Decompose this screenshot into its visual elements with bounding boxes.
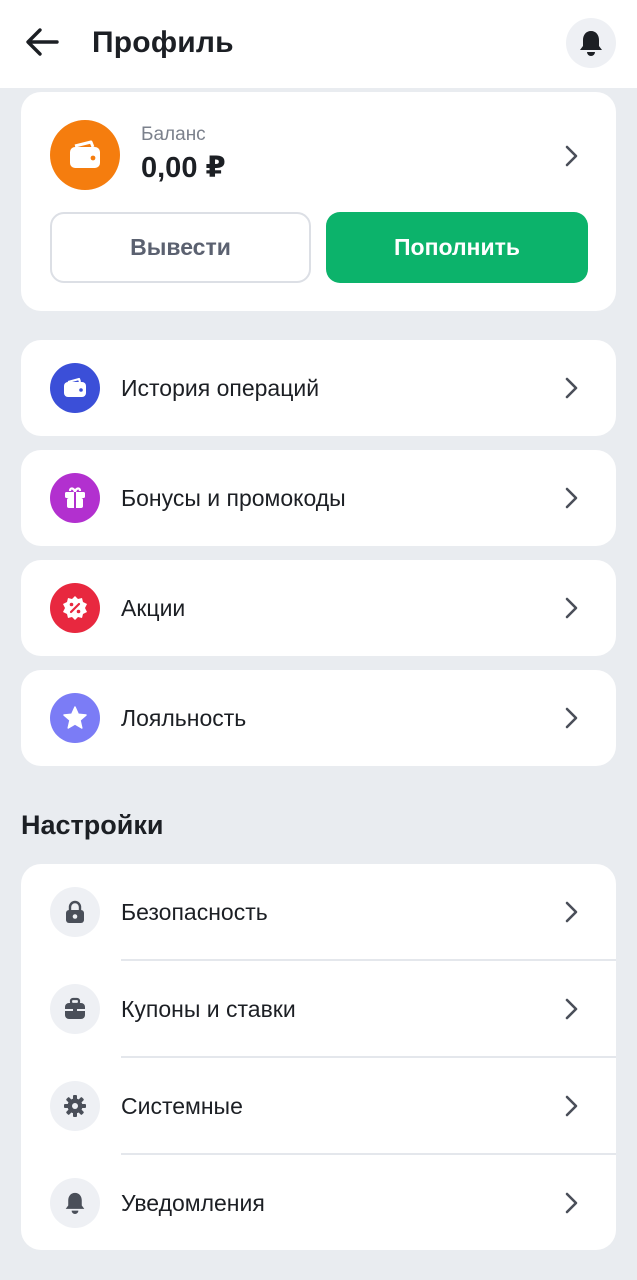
bell-icon (65, 1192, 85, 1214)
notifications-button[interactable] (566, 18, 616, 68)
chevron-right-icon (565, 1095, 578, 1117)
star-icon (63, 706, 87, 729)
briefcase-icon (65, 997, 85, 1019)
menu-item-loyalty[interactable]: Лояльность (21, 670, 616, 766)
menu-item-history[interactable]: История операций (21, 340, 616, 436)
notifications-badge (50, 1178, 100, 1228)
menu-item-label: Купоны и ставки (121, 996, 296, 1022)
menu-item-promotions[interactable]: Акции (21, 560, 616, 656)
gift-icon (65, 487, 85, 508)
chevron-right-icon (565, 998, 578, 1020)
deposit-button[interactable]: Пополнить (326, 212, 588, 283)
balance-card: Баланс 0,00 ₽ Вывести Пополнить (21, 92, 616, 311)
system-badge (50, 1081, 100, 1131)
arrow-left-icon (26, 28, 59, 56)
bonuses-badge (50, 473, 100, 523)
security-badge (50, 887, 100, 937)
wallet-icon (64, 377, 86, 397)
chevron-right-icon (565, 377, 578, 399)
menu-item-label: Лояльность (121, 705, 247, 731)
menu-item-label: Акции (121, 595, 186, 621)
menu-item-bonuses[interactable]: Бонусы и промокоды (21, 450, 616, 546)
wallet-icon (70, 140, 100, 168)
page-title: Профиль (92, 26, 234, 59)
balance-value: 0,00 ₽ (141, 152, 226, 184)
settings-item-security[interactable]: Безопасность (21, 864, 616, 961)
bell-icon (580, 31, 602, 56)
menu-item-label: Бонусы и промокоды (121, 485, 346, 511)
percent-badge-icon (63, 596, 87, 620)
top-bar: Профиль (0, 0, 637, 88)
settings-item-coupons[interactable]: Купоны и ставки (21, 961, 616, 1058)
chevron-right-icon (565, 1192, 578, 1214)
menu-item-label: История операций (121, 375, 320, 401)
chevron-right-icon[interactable] (561, 144, 581, 168)
menu-item-label: Системные (121, 1093, 243, 1119)
gear-icon (64, 1095, 86, 1117)
loyalty-badge (50, 693, 100, 743)
coupons-badge (50, 984, 100, 1034)
withdraw-button[interactable]: Вывести (50, 212, 311, 283)
lock-icon (66, 900, 84, 923)
chevron-right-icon (565, 901, 578, 923)
chevron-right-icon (565, 707, 578, 729)
chevron-right-icon (565, 487, 578, 509)
settings-group: Безопасность Купоны и ставки Системные У… (21, 864, 616, 1250)
settings-item-notifications[interactable]: Уведомления (21, 1155, 616, 1250)
settings-section-title: Настройки (21, 810, 164, 840)
balance-label: Баланс (141, 124, 206, 145)
settings-item-system[interactable]: Системные (21, 1058, 616, 1155)
balance-wallet-badge (50, 120, 120, 190)
back-button[interactable] (22, 24, 62, 60)
history-badge (50, 363, 100, 413)
chevron-right-icon (565, 597, 578, 619)
promotions-badge (50, 583, 100, 633)
menu-item-label: Безопасность (121, 899, 268, 925)
menu-item-label: Уведомления (121, 1190, 265, 1216)
